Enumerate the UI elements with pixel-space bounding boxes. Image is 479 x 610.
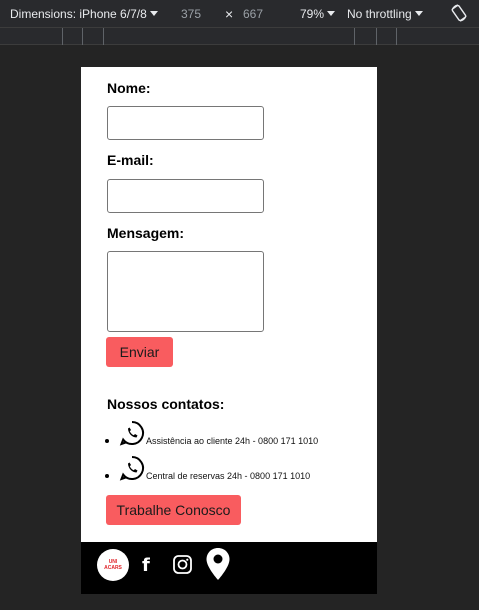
logo-text: ACARS — [104, 565, 122, 571]
contact-item-reservations: Central de reservas 24h - 0800 171 1010 — [105, 455, 310, 481]
width-input[interactable]: 375 — [181, 7, 201, 21]
throttling-select[interactable]: No throttling — [347, 7, 423, 21]
chevron-down-icon — [327, 11, 336, 16]
name-input[interactable] — [107, 106, 264, 140]
ruler-tick — [354, 28, 355, 45]
throttling-label: No throttling — [347, 7, 412, 21]
contacts-heading: Nossos contatos: — [107, 396, 225, 412]
contact-text: Central de reservas 24h - 0800 171 1010 — [146, 471, 311, 481]
instagram-icon[interactable] — [173, 555, 192, 574]
device-select-label: Dimensions: iPhone 6/7/8 — [10, 7, 147, 21]
device-viewport: Nome: E-mail: Mensagem: Enviar Nossos co… — [81, 67, 377, 594]
zoom-label: 79% — [300, 7, 325, 21]
facebook-icon[interactable]: f — [142, 555, 150, 576]
contact-item-assistance: Assistência ao cliente 24h - 0800 171 10… — [105, 420, 318, 446]
ruler-tick — [62, 28, 63, 45]
rotate-icon[interactable] — [450, 4, 468, 22]
chevron-down-icon — [414, 11, 423, 16]
company-logo[interactable]: UNI ACARS — [97, 549, 129, 581]
work-with-us-button[interactable]: Trabalhe Conosco — [106, 495, 241, 525]
email-label: E-mail: — [107, 152, 154, 168]
height-input[interactable]: 667 — [243, 7, 263, 21]
ruler-tick — [103, 28, 104, 45]
ruler-tick — [396, 28, 397, 45]
location-pin-icon[interactable] — [205, 547, 231, 581]
ruler-tick — [376, 28, 377, 45]
ruler-tick — [82, 28, 83, 45]
list-bullet — [105, 439, 109, 443]
send-button[interactable]: Enviar — [106, 337, 173, 367]
list-bullet — [105, 474, 109, 478]
footer: UNI ACARS f — [81, 542, 377, 594]
device-select[interactable]: Dimensions: iPhone 6/7/8 — [10, 7, 158, 21]
name-label: Nome: — [107, 80, 151, 96]
contact-text: Assistência ao cliente 24h - 0800 171 10… — [146, 436, 319, 446]
whatsapp-icon[interactable] — [119, 420, 145, 446]
chevron-down-icon — [149, 11, 158, 16]
times-icon: × — [225, 6, 234, 22]
media-query-ruler[interactable] — [0, 28, 479, 45]
devtools-device-toolbar: Dimensions: iPhone 6/7/8 375 × 667 79% N… — [0, 0, 479, 28]
message-label: Mensagem: — [107, 225, 185, 241]
zoom-select[interactable]: 79% — [300, 7, 336, 21]
whatsapp-icon[interactable] — [119, 455, 145, 481]
message-textarea[interactable] — [107, 251, 264, 332]
email-input[interactable] — [107, 179, 264, 213]
